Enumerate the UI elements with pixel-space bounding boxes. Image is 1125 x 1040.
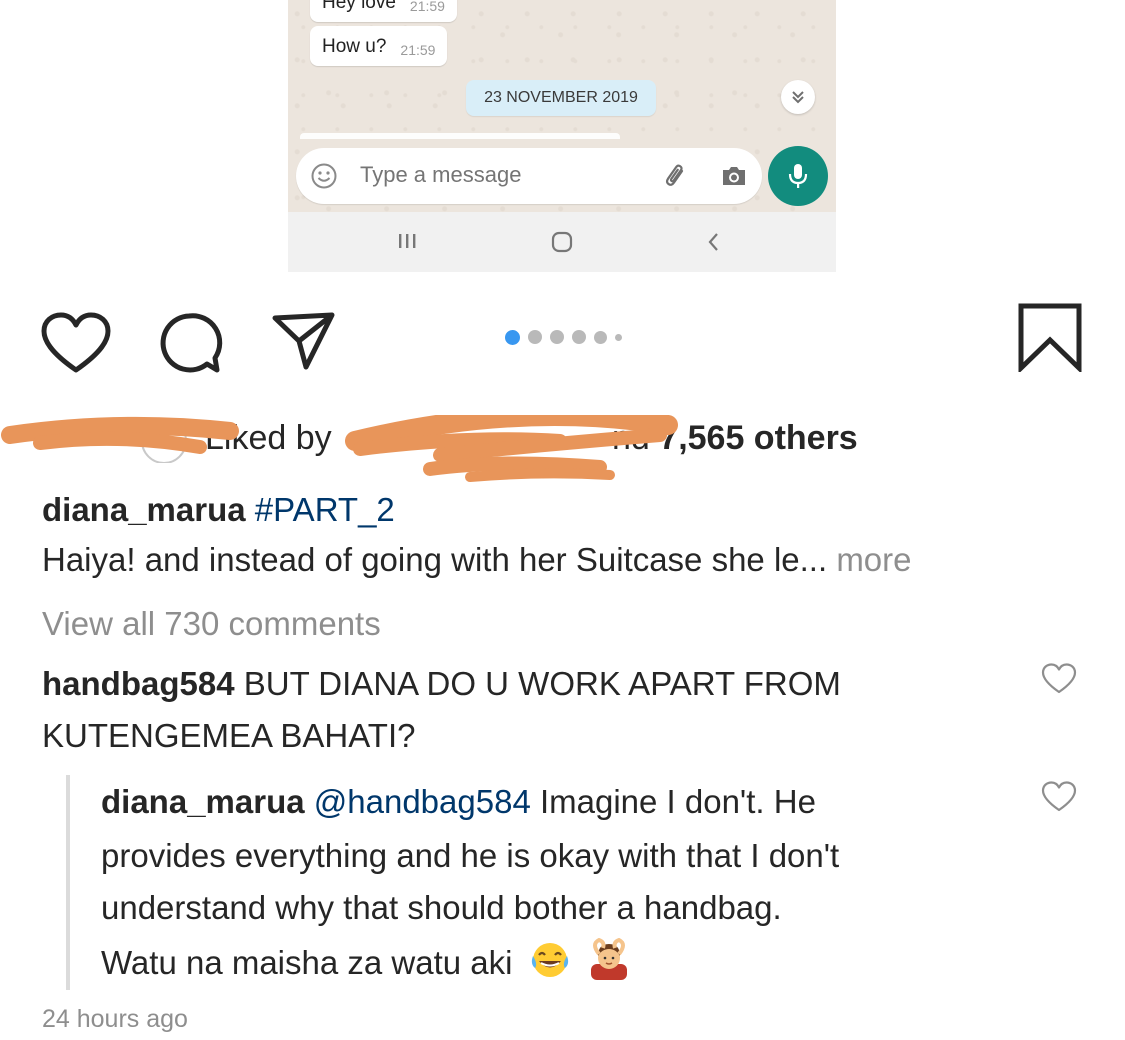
scroll-down-button[interactable] <box>781 80 815 114</box>
save-bookmark-icon[interactable] <box>1016 302 1084 372</box>
microphone-icon <box>788 164 808 188</box>
chat-screenshot: Hey love 21:59 How u? 21:59 23 NOVEMBER … <box>288 0 836 272</box>
message-bubble: Hey love 21:59 <box>310 0 457 22</box>
double-chevron-down-icon <box>792 91 804 104</box>
post-timestamp: 24 hours ago <box>42 1005 188 1033</box>
comment-like-icon[interactable] <box>1041 663 1077 695</box>
message-bubble-partial <box>300 133 620 139</box>
comment-text: BUT DIANA DO U WORK APART FROM <box>243 665 841 702</box>
likes-summary[interactable]: Liked by nd 7,565 others <box>0 415 1125 482</box>
carousel-indicator <box>505 329 622 345</box>
message-input-bar[interactable] <box>296 148 762 204</box>
reply-mention[interactable]: @handbag584 <box>314 783 531 820</box>
message-text: Hey love <box>322 0 396 13</box>
home-icon[interactable] <box>550 230 574 254</box>
camera-icon[interactable] <box>720 164 748 188</box>
message-bubble: How u? 21:59 <box>310 26 448 66</box>
reply-text-line-2: provides everything and he is okay with … <box>101 837 840 874</box>
carousel-dot <box>594 330 607 344</box>
carousel-dot <box>615 333 622 341</box>
person-gesturing-ok-emoji-icon <box>590 938 627 980</box>
redaction-scribble <box>1 415 678 482</box>
comment-username[interactable]: handbag584 <box>42 665 235 702</box>
caption-username[interactable]: diana_marua <box>42 491 246 528</box>
carousel-dot <box>550 330 564 344</box>
reply-text-line-4-row: Watu na maisha za watu aki <box>101 938 631 985</box>
emoji-icon[interactable] <box>310 162 338 190</box>
back-icon[interactable] <box>704 230 724 254</box>
like-heart-icon[interactable] <box>40 312 112 376</box>
carousel-dot <box>528 330 542 344</box>
reply-text-1: Imagine I don't. He <box>539 783 816 820</box>
reply-like-icon[interactable] <box>1041 781 1077 813</box>
reply-text-4: Watu na maisha za watu aki <box>101 944 513 981</box>
recent-apps-icon[interactable] <box>396 230 418 252</box>
comment-icon[interactable] <box>155 310 223 376</box>
caption-text: Haiya! and instead of going with her Sui… <box>42 541 828 578</box>
view-all-comments-link[interactable]: View all 730 comments <box>42 602 381 646</box>
caption-line: diana_marua #PART_2 <box>42 488 395 532</box>
caption-text-line: Haiya! and instead of going with her Sui… <box>42 538 912 582</box>
reply-line-1: diana_marua @handbag584 Imagine I don't.… <box>101 780 816 824</box>
microphone-button[interactable] <box>768 146 828 206</box>
caption-hashtag[interactable]: #PART_2 <box>255 491 395 528</box>
reply-username[interactable]: diana_marua <box>101 783 305 820</box>
carousel-dot <box>572 330 586 344</box>
message-time: 21:59 <box>400 42 436 58</box>
reply-text-line-3: understand why that should bother a hand… <box>101 889 782 926</box>
comment-line-1: handbag584 BUT DIANA DO U WORK APART FRO… <box>42 662 841 706</box>
message-time: 21:59 <box>409 0 445 14</box>
date-separator: 23 NOVEMBER 2019 <box>466 80 656 116</box>
android-navigation-bar <box>288 212 836 272</box>
comment-text-line-2: KUTENGEMEA BAHATI? <box>42 717 416 754</box>
message-input[interactable] <box>360 162 640 188</box>
share-icon[interactable] <box>270 310 336 372</box>
tears-of-joy-emoji-icon <box>531 943 568 977</box>
caption-more-link[interactable]: more <box>836 541 911 578</box>
reply-thread-line <box>66 775 70 990</box>
message-text: How u? <box>322 36 387 57</box>
attachment-icon[interactable] <box>662 162 692 192</box>
carousel-dot-active <box>505 329 520 345</box>
